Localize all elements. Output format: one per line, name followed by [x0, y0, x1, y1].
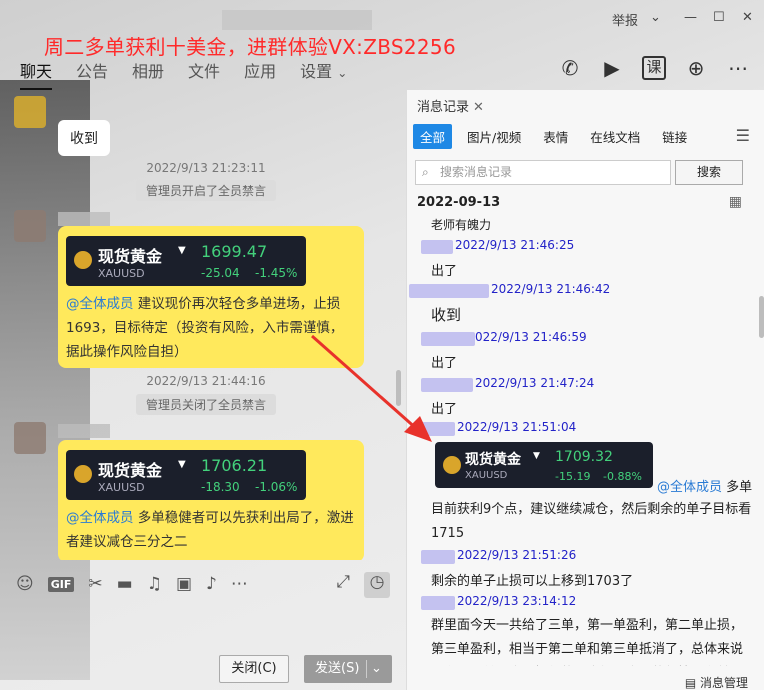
annotation-arrow	[311, 334, 432, 442]
arrow-shaft	[311, 334, 419, 432]
